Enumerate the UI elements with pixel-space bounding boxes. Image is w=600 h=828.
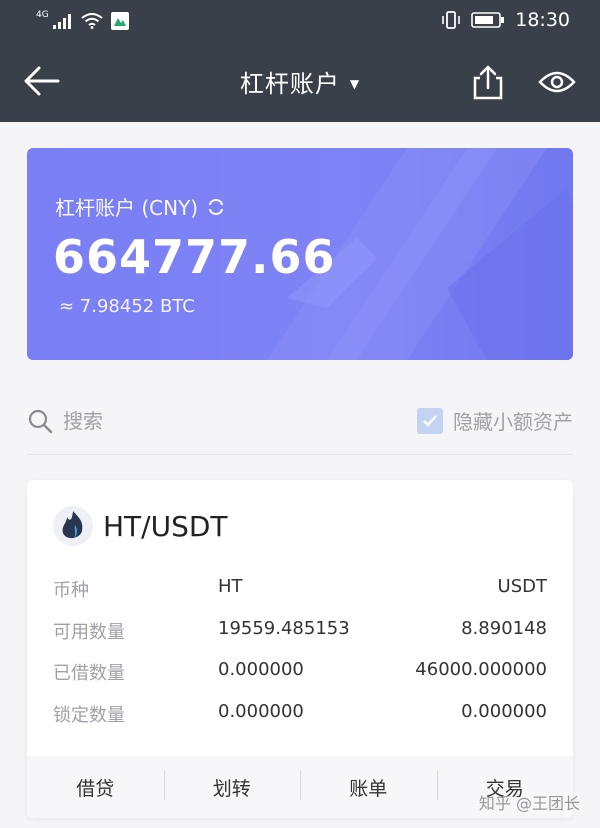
checkbox[interactable] [417, 407, 443, 434]
table-row: 锁定数量 0.000000 0.000000 [53, 701, 547, 743]
balance-card: 杠杆账户 (CNY) 664777.66 ≈ 7.98452 BTC [27, 148, 573, 360]
table-row: 已借数量 0.000000 46000.000000 [53, 659, 547, 701]
asset-table: 币种 HT USDT 可用数量 19559.485153 8.890148 已借… [53, 576, 547, 742]
network-type: 4G [36, 10, 49, 20]
search-input[interactable] [63, 406, 263, 436]
battery-icon [471, 12, 505, 28]
hide-small-assets-toggle[interactable]: 隐藏小额资产 [417, 406, 573, 435]
balance-btc: ≈ 7.98452 BTC [59, 296, 195, 317]
transfer-button[interactable]: 划转 [163, 769, 301, 801]
status-right: 18:30 [441, 8, 570, 32]
check-icon [423, 414, 437, 427]
share-icon[interactable] [470, 64, 506, 100]
pair-name: HT/USDT [103, 509, 228, 543]
row-label: 可用数量 [53, 621, 125, 643]
clock: 18:30 [515, 9, 570, 31]
signal-icon [52, 14, 71, 29]
ht-logo-icon [53, 506, 93, 546]
row-value-base: HT [218, 576, 243, 597]
balance-amount: 664777.66 [53, 230, 336, 284]
row-value-quote: 8.890148 [461, 617, 547, 639]
app-notification-icon [110, 12, 129, 30]
balance-label: 杠杆账户 (CNY) [55, 196, 199, 220]
hide-small-assets-label: 隐藏小额资产 [453, 410, 573, 434]
caret-down-icon: ▼ [349, 77, 361, 91]
page-title: 杠杆账户 [239, 70, 340, 98]
asset-header[interactable]: HT/USDT [53, 506, 228, 546]
watermark: 知乎 @王团长 [478, 794, 580, 813]
row-value-base: 0.000000 [218, 659, 304, 680]
table-row: 币种 HT USDT [53, 576, 547, 618]
wifi-icon [81, 13, 103, 29]
search-row: 隐藏小额资产 [27, 394, 573, 455]
eye-icon[interactable] [538, 68, 576, 96]
row-value-base: 0.000000 [218, 700, 304, 722]
nav-bar: 杠杆账户 ▼ [0, 40, 600, 122]
row-value-quote: 46000.000000 [415, 659, 547, 680]
status-left: 4G [36, 10, 129, 32]
asset-card: HT/USDT 币种 HT USDT 可用数量 19559.485153 8.8… [27, 480, 573, 818]
status-bar: 4G 18:30 [0, 0, 600, 40]
balance-label-row: 杠杆账户 (CNY) [55, 192, 226, 221]
row-label: 已借数量 [53, 663, 125, 684]
row-value-quote: USDT [497, 576, 547, 597]
row-value-quote: 0.000000 [461, 700, 547, 722]
search-icon [28, 409, 53, 434]
vibrate-icon [442, 11, 461, 29]
swap-currency-icon[interactable] [206, 198, 226, 215]
account-switcher[interactable]: 杠杆账户 ▼ [0, 64, 600, 99]
borrow-button[interactable]: 借贷 [27, 774, 164, 801]
row-label: 锁定数量 [53, 704, 125, 726]
bill-button[interactable]: 账单 [300, 769, 437, 801]
table-row: 可用数量 19559.485153 8.890148 [53, 618, 547, 660]
row-value-base: 19559.485153 [218, 617, 350, 639]
row-label: 币种 [53, 580, 89, 601]
